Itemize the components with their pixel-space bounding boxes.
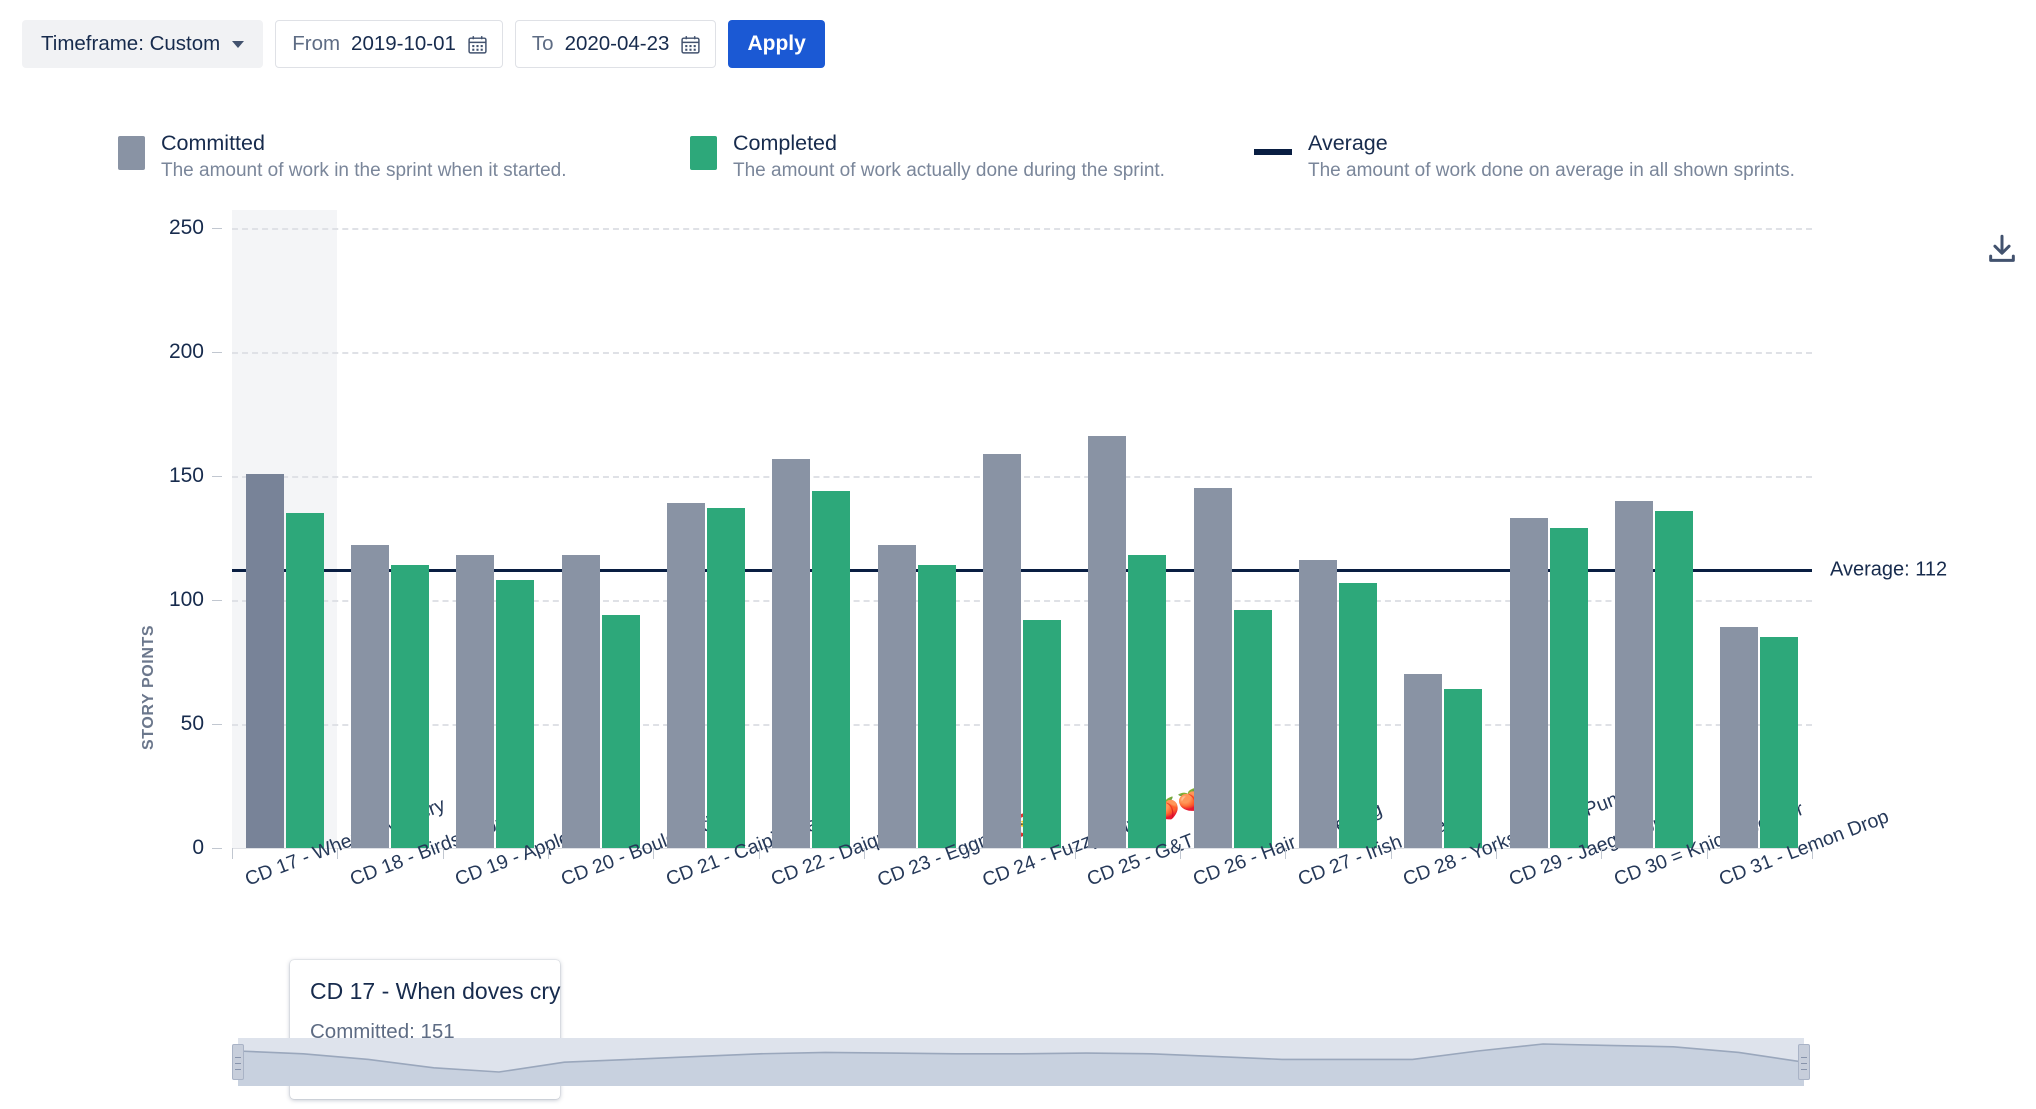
legend-item-committed[interactable]: Committed The amount of work in the sprin… [118, 130, 567, 184]
legend-title: Committed [161, 131, 265, 155]
y-axis-tick-label: 0 [192, 836, 204, 859]
bar-committed[interactable] [1404, 674, 1443, 848]
y-axis-tick-mark [212, 228, 222, 229]
from-date-field[interactable]: From 2019-10-01 [275, 20, 503, 68]
legend-title: Average [1308, 131, 1388, 155]
x-axis-tick-mark [1601, 848, 1603, 859]
plot-area: Average: 112 CD 17 - When doves cry CD 18… [232, 210, 1947, 891]
range-handle-left[interactable] [232, 1044, 244, 1080]
to-label: To [531, 32, 554, 55]
y-axis-ticks: 0 50 100 150 200 250 [140, 210, 204, 859]
timeframe-select[interactable]: Timeframe: Custom [22, 20, 264, 68]
bar-completed[interactable] [601, 614, 640, 848]
bar-committed[interactable] [1299, 560, 1337, 848]
legend-description: The amount of work done on average in al… [1308, 160, 1795, 182]
bar-completed[interactable] [285, 513, 324, 848]
bar-committed[interactable] [1720, 627, 1759, 848]
y-axis-tick-mark [212, 352, 222, 353]
gridline [232, 476, 1812, 478]
y-axis-tick-label: 200 [168, 340, 204, 363]
bar-committed[interactable] [1615, 500, 1653, 848]
tooltip-title: CD 17 - When doves cry [310, 978, 561, 1004]
bar-committed[interactable] [1088, 436, 1127, 848]
x-axis-tick-mark [1180, 848, 1181, 859]
x-axis-tick-mark [1706, 848, 1708, 859]
y-axis-tick-label: 50 [180, 712, 204, 735]
x-axis-tick-mark [232, 848, 233, 859]
bar-completed[interactable] [391, 565, 429, 848]
bar-committed[interactable] [456, 555, 495, 848]
x-axis-tick-mark [548, 848, 549, 859]
bar-completed[interactable] [1549, 528, 1588, 848]
bar-committed[interactable] [1193, 488, 1232, 848]
bar-committed[interactable] [772, 458, 811, 848]
y-axis-tick-label: 250 [168, 216, 204, 239]
bar-committed[interactable] [351, 545, 389, 848]
x-axis-tick-mark [653, 848, 655, 859]
chevron-down-icon [232, 40, 245, 48]
timeframe-label: Timeframe: Custom [41, 32, 221, 55]
calendar-icon[interactable] [467, 34, 488, 55]
legend-description: The amount of work in the sprint when it… [161, 160, 567, 182]
bar-completed[interactable] [1339, 582, 1377, 848]
bar-completed[interactable] [1233, 609, 1272, 848]
gridline [232, 352, 1812, 354]
gridline [232, 228, 1812, 230]
x-axis-tick-mark [1496, 848, 1497, 859]
y-axis-tick-mark [212, 600, 222, 601]
legend-swatch-average [1254, 149, 1292, 155]
bar-committed[interactable] [667, 503, 705, 848]
legend-swatch-completed [690, 136, 717, 170]
x-axis-tick-mark [1285, 848, 1287, 859]
legend-title: Completed [733, 131, 837, 155]
y-axis-tick-mark [212, 848, 222, 849]
filter-toolbar: Timeframe: Custom From 2019-10-01 To 202… [22, 20, 825, 68]
y-axis-tick-mark [212, 724, 222, 725]
from-date-value: 2019-10-01 [351, 32, 456, 55]
bar-completed[interactable] [1444, 689, 1483, 848]
bar-completed[interactable] [812, 490, 851, 848]
bar-completed[interactable] [1128, 555, 1167, 848]
y-axis-tick-label: 100 [168, 588, 204, 611]
legend-description: The amount of work actually done during … [733, 160, 1165, 182]
x-axis-tick-mark [442, 848, 444, 859]
bar-completed[interactable] [496, 580, 535, 848]
average-line-label: Average: 112 [1830, 558, 1948, 581]
bar-committed[interactable] [983, 453, 1021, 848]
y-axis-tick-mark [212, 476, 222, 477]
chart-legend: Committed The amount of work in the sprin… [118, 130, 1918, 192]
bar-completed[interactable] [917, 565, 956, 848]
velocity-chart: STORY POINTS 0 50 100 150 200 250 Average: 11… [0, 210, 2036, 1099]
bar-committed[interactable] [877, 545, 916, 848]
calendar-icon[interactable] [680, 34, 701, 55]
range-handle-right[interactable] [1798, 1044, 1810, 1080]
x-axis-tick-mark [758, 848, 760, 859]
bar-committed[interactable] [561, 555, 600, 848]
bar-committed[interactable] [245, 473, 284, 848]
x-axis-tick-mark [864, 848, 865, 859]
range-selector-sparkline [238, 1043, 1804, 1086]
x-axis-tick-mark [969, 848, 971, 859]
bar-completed[interactable] [707, 508, 745, 848]
to-date-value: 2020-04-23 [564, 32, 670, 55]
from-label: From [292, 32, 341, 55]
legend-item-average[interactable]: Average The amount of work done on averag… [1254, 130, 1795, 184]
y-axis-tick-label: 150 [168, 464, 204, 487]
x-axis-tick-mark [1812, 848, 1813, 859]
legend-swatch-committed [118, 136, 145, 170]
x-axis-tick-mark [1390, 848, 1392, 859]
x-axis-tick-mark [337, 848, 339, 859]
bar-completed[interactable] [1023, 619, 1061, 848]
legend-item-completed[interactable]: Completed The amount of work actually don… [690, 130, 1165, 184]
apply-button[interactable]: Apply [728, 20, 825, 68]
to-date-field[interactable]: To 2020-04-23 [514, 20, 717, 68]
range-selector[interactable] [232, 1038, 1810, 1086]
x-axis-tick-mark [1074, 848, 1076, 859]
bar-completed[interactable] [1655, 510, 1693, 848]
bar-committed[interactable] [1509, 518, 1548, 848]
bar-completed[interactable] [1760, 637, 1799, 848]
